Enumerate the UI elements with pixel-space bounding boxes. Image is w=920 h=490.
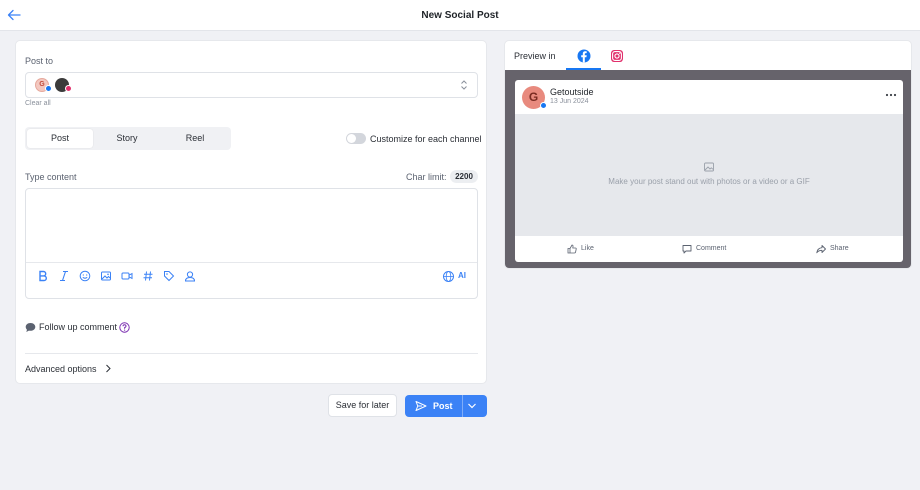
preview-frame: G Getoutside 13 Jun 2024 Make your post … <box>505 70 911 268</box>
content-editor: AI <box>25 188 478 299</box>
share-icon <box>816 245 826 254</box>
comment-label: Comment <box>696 245 727 252</box>
ai-label: AI <box>458 271 466 280</box>
facebook-icon[interactable] <box>575 47 593 65</box>
editor-divider <box>26 262 477 263</box>
facebook-post-preview: G Getoutside 13 Jun 2024 Make your post … <box>515 80 903 262</box>
chevron-down-icon[interactable] <box>467 402 477 410</box>
page-name: Getoutside <box>550 87 594 97</box>
instagram-badge-icon <box>65 85 72 92</box>
hashtag-icon[interactable] <box>142 270 154 282</box>
save-for-later-button[interactable]: Save for later <box>328 394 397 417</box>
customize-label: Customize for each channel <box>370 134 482 144</box>
like-label: Like <box>581 245 594 252</box>
content-label: Type content <box>25 172 77 182</box>
more-options-icon[interactable] <box>885 93 897 97</box>
advanced-options-toggle[interactable]: Advanced options <box>25 364 112 374</box>
composer-card: Post to G Clear all Post Story Reel Cust… <box>15 40 487 384</box>
char-limit-label: Char limit: <box>406 172 447 182</box>
thumbs-up-icon <box>567 244 577 254</box>
tab-story[interactable]: Story <box>94 129 160 148</box>
media-placeholder: Make your post stand out with photos or … <box>515 114 903 236</box>
preview-label: Preview in <box>514 51 556 61</box>
post-button[interactable]: Post <box>405 395 487 417</box>
facebook-badge-icon <box>45 85 52 92</box>
instagram-icon[interactable] <box>608 47 626 65</box>
comment-icon <box>682 245 692 254</box>
top-bar: New Social Post <box>0 0 920 31</box>
image-placeholder-icon <box>704 162 714 172</box>
account-selector[interactable]: G <box>25 72 478 98</box>
emoji-icon[interactable] <box>79 270 91 282</box>
preview-panel: Preview in G Getoutside 13 Jun 2024 Make… <box>504 40 912 269</box>
send-icon <box>415 401 427 411</box>
tab-reel[interactable]: Reel <box>161 129 229 148</box>
mention-icon[interactable] <box>184 270 196 282</box>
post-button-label: Post <box>433 401 453 411</box>
tab-post[interactable]: Post <box>27 129 93 148</box>
tag-icon[interactable] <box>163 270 175 282</box>
follow-up-label: Follow up comment <box>39 322 118 332</box>
post-date: 13 Jun 2024 <box>550 98 589 105</box>
clear-all-link[interactable]: Clear all <box>25 100 51 107</box>
media-placeholder-text: Make your post stand out with photos or … <box>608 177 810 186</box>
ai-assist-button[interactable]: AI <box>442 270 470 283</box>
image-icon[interactable] <box>100 270 112 282</box>
italic-icon[interactable] <box>58 270 70 282</box>
comment-bubble-icon <box>25 323 36 332</box>
ai-globe-icon <box>443 271 454 282</box>
advanced-options-label: Advanced options <box>25 364 97 374</box>
chevron-up-down-icon[interactable] <box>460 79 468 91</box>
share-label: Share <box>830 245 849 252</box>
char-limit-badge: 2200 <box>450 170 478 183</box>
section-divider <box>25 353 478 354</box>
bold-icon[interactable] <box>37 270 49 282</box>
post-button-separator <box>462 395 463 417</box>
customize-toggle[interactable] <box>346 133 366 144</box>
page-title: New Social Post <box>421 10 499 21</box>
post-type-tabs: Post Story Reel <box>25 127 231 150</box>
facebook-badge-icon <box>540 102 547 109</box>
content-input[interactable] <box>26 189 477 262</box>
help-icon[interactable] <box>119 322 130 333</box>
post-to-label: Post to <box>25 56 54 66</box>
chevron-right-icon <box>106 364 111 373</box>
video-icon[interactable] <box>121 270 133 282</box>
